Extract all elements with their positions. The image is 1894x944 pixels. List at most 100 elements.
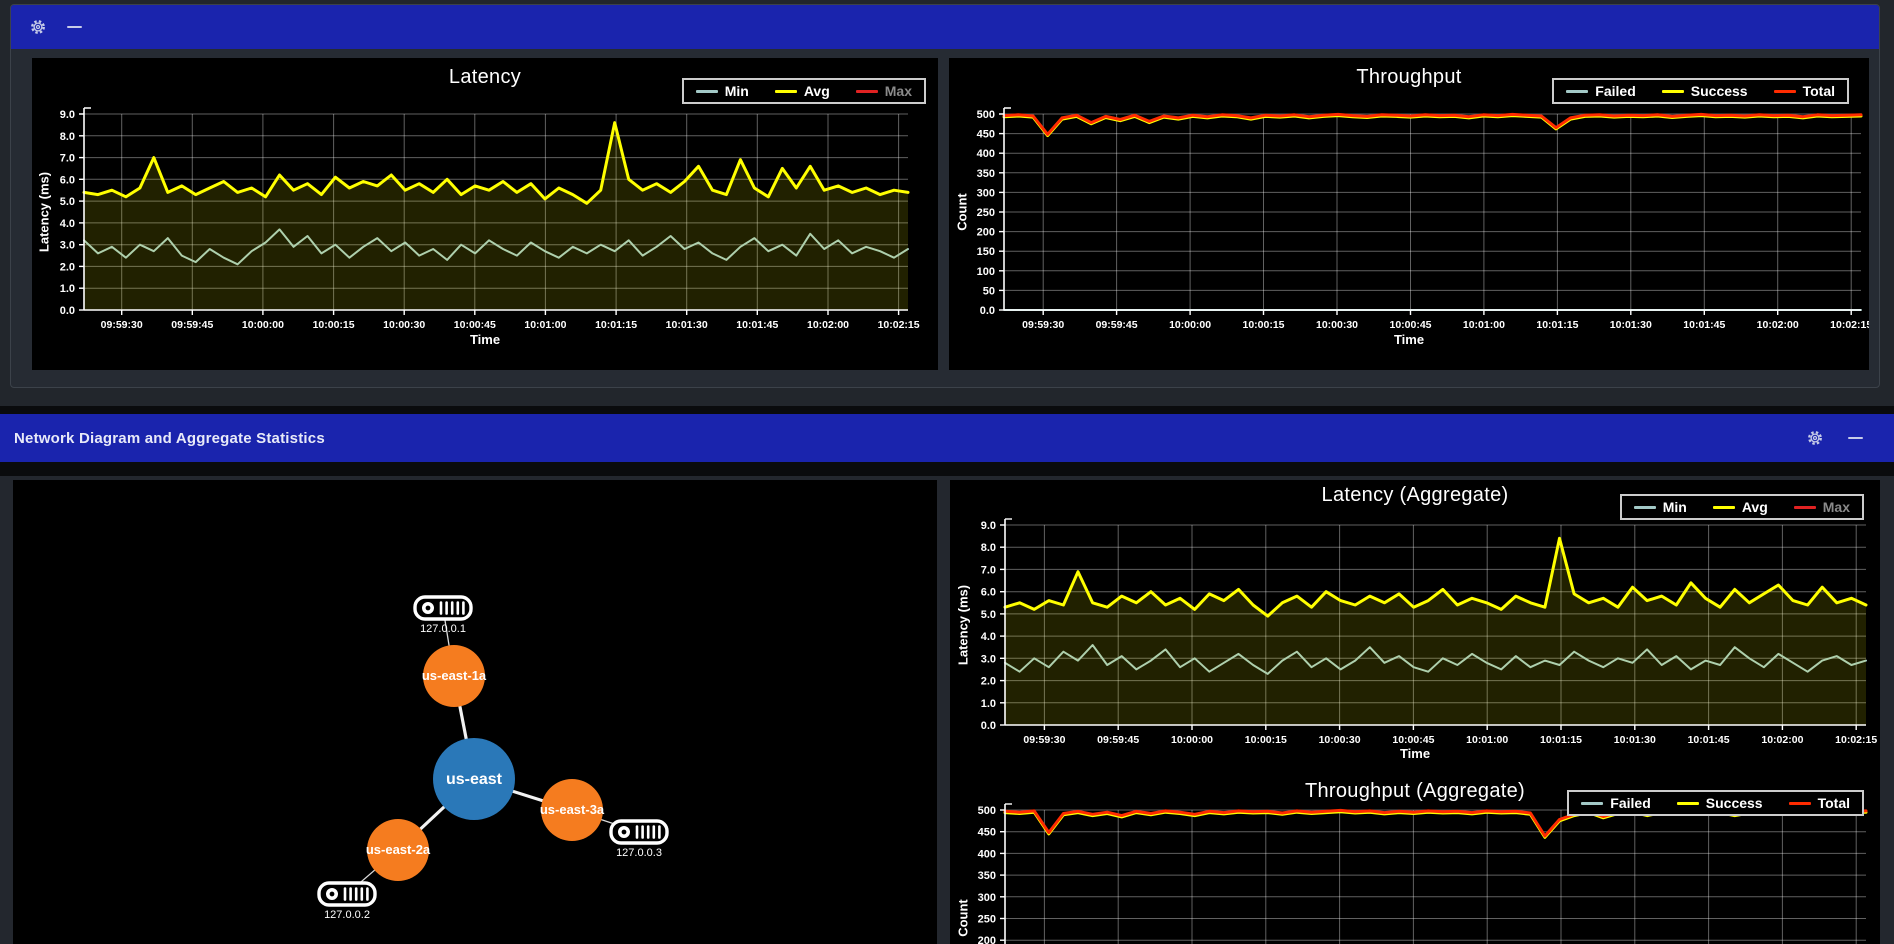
aggregate-latency-chart: Latency (Aggregate) MinAvgMax Latency (m… (950, 480, 1880, 780)
svg-text:0.0: 0.0 (981, 720, 996, 732)
chart-legend: Min Avg Max (682, 78, 926, 104)
legend-item-total[interactable]: Total (1774, 83, 1835, 99)
svg-text:4.0: 4.0 (981, 631, 996, 643)
legend-item-failed[interactable]: Failed (1566, 83, 1635, 99)
total-swatch (1789, 802, 1811, 805)
svg-text:10:00:15: 10:00:15 (313, 319, 355, 331)
legend-item-avg[interactable]: Avg (1713, 499, 1768, 515)
svg-text:10:02:15: 10:02:15 (878, 319, 920, 331)
svg-text:10:00:30: 10:00:30 (383, 319, 425, 331)
legend-item-min[interactable]: Min (1634, 499, 1687, 515)
svg-text:10:00:30: 10:00:30 (1319, 734, 1361, 746)
avg-swatch (1713, 506, 1735, 509)
svg-text:5.0: 5.0 (60, 196, 75, 208)
legend-item-max[interactable]: Max (1794, 499, 1850, 515)
legend-item-total[interactable]: Total (1789, 795, 1850, 811)
server-label: 127.0.0.1 (420, 623, 466, 635)
svg-text:10:01:00: 10:01:00 (1463, 319, 1505, 331)
svg-text:10:00:15: 10:00:15 (1242, 319, 1284, 331)
max-swatch (1794, 506, 1816, 509)
gear-icon-svg (1806, 429, 1824, 447)
svg-text:300: 300 (978, 892, 996, 904)
svg-text:9.0: 9.0 (981, 520, 996, 532)
avg-swatch (775, 90, 797, 93)
svg-text:10:00:00: 10:00:00 (1169, 319, 1211, 331)
svg-text:200: 200 (977, 227, 995, 239)
chart-legend: Failed Success Total (1567, 790, 1864, 816)
success-swatch (1677, 802, 1699, 805)
server-label: 127.0.0.2 (324, 909, 370, 921)
svg-text:10:00:45: 10:00:45 (1389, 319, 1431, 331)
svg-text:10:02:15: 10:02:15 (1835, 734, 1877, 746)
svg-text:9.0: 9.0 (60, 109, 75, 121)
aggregate-throughput-chart: Throughput (Aggregate) FailedSuccessTota… (950, 778, 1880, 944)
server-icon[interactable] (415, 597, 471, 619)
legend-label: Success (1706, 795, 1763, 811)
legend-label: Max (1823, 499, 1850, 515)
latency-chart: Latency MinAvgMax Latency (ms) 0.01.02.0… (32, 58, 938, 370)
minimize-icon (1848, 437, 1863, 440)
svg-text:200: 200 (978, 935, 996, 944)
legend-item-max[interactable]: Max (856, 83, 912, 99)
legend-label: Failed (1595, 83, 1635, 99)
panel-gap (0, 406, 1894, 414)
svg-text:10:00:00: 10:00:00 (242, 319, 284, 331)
chart-legend: Failed Success Total (1552, 78, 1849, 104)
svg-text:500: 500 (977, 109, 995, 121)
svg-text:0.0: 0.0 (980, 305, 995, 317)
svg-text:6.0: 6.0 (60, 174, 75, 186)
svg-text:100: 100 (977, 266, 995, 278)
x-axis-label: Time (950, 746, 1880, 761)
server-icon[interactable] (319, 883, 375, 905)
legend-item-success[interactable]: Success (1677, 795, 1763, 811)
svg-text:7.0: 7.0 (60, 153, 75, 165)
svg-text:10:01:00: 10:01:00 (524, 319, 566, 331)
svg-text:2.0: 2.0 (981, 676, 996, 688)
svg-text:450: 450 (977, 129, 995, 141)
svg-text:10:02:00: 10:02:00 (807, 319, 849, 331)
zone-node-label: us-east-2a (366, 842, 431, 857)
svg-text:2.0: 2.0 (60, 261, 75, 273)
latency-plot: 0.01.02.03.04.05.06.07.08.09.009:59:3009… (32, 58, 938, 370)
panel-network-header: Network Diagram and Aggregate Statistics (0, 414, 1894, 462)
y-axis-label: Latency (ms) (956, 585, 971, 665)
minimize-button[interactable] (1844, 427, 1866, 449)
legend-item-success[interactable]: Success (1662, 83, 1748, 99)
svg-text:09:59:45: 09:59:45 (171, 319, 213, 331)
panel-charts-header (11, 5, 1879, 49)
panel-gap (0, 462, 1894, 476)
y-axis-label: Count (956, 899, 971, 937)
svg-text:10:01:30: 10:01:30 (666, 319, 708, 331)
server-label: 127.0.0.3 (616, 847, 662, 859)
svg-text:8.0: 8.0 (981, 542, 996, 554)
svg-text:09:59:45: 09:59:45 (1096, 319, 1138, 331)
total-swatch (1774, 90, 1796, 93)
x-axis-label: Time (949, 332, 1869, 347)
minimize-button[interactable] (63, 16, 85, 38)
legend-item-min[interactable]: Min (696, 83, 749, 99)
minimize-icon (67, 26, 82, 29)
svg-text:10:02:00: 10:02:00 (1757, 319, 1799, 331)
gear-icon[interactable] (1804, 427, 1826, 449)
svg-text:10:00:45: 10:00:45 (1392, 734, 1434, 746)
svg-text:10:01:15: 10:01:15 (1540, 734, 1582, 746)
svg-text:10:00:15: 10:00:15 (1245, 734, 1287, 746)
server-icon[interactable] (611, 821, 667, 843)
failed-swatch (1566, 90, 1588, 93)
legend-label: Total (1803, 83, 1835, 99)
legend-item-avg[interactable]: Avg (775, 83, 830, 99)
min-swatch (1634, 506, 1656, 509)
svg-text:350: 350 (977, 168, 995, 180)
svg-text:0.0: 0.0 (60, 305, 75, 317)
x-axis-label: Time (32, 332, 938, 347)
svg-text:10:01:30: 10:01:30 (1610, 319, 1652, 331)
svg-text:10:01:00: 10:01:00 (1466, 734, 1508, 746)
panel-network-aggregate: Network Diagram and Aggregate Statistics… (0, 406, 1894, 944)
gear-icon[interactable] (27, 16, 49, 38)
max-swatch (856, 90, 878, 93)
legend-label: Success (1691, 83, 1748, 99)
svg-text:1.0: 1.0 (60, 283, 75, 295)
legend-item-failed[interactable]: Failed (1581, 795, 1650, 811)
aggregate-charts: Latency (Aggregate) MinAvgMax Latency (m… (950, 480, 1880, 944)
legend-label: Min (1663, 499, 1687, 515)
